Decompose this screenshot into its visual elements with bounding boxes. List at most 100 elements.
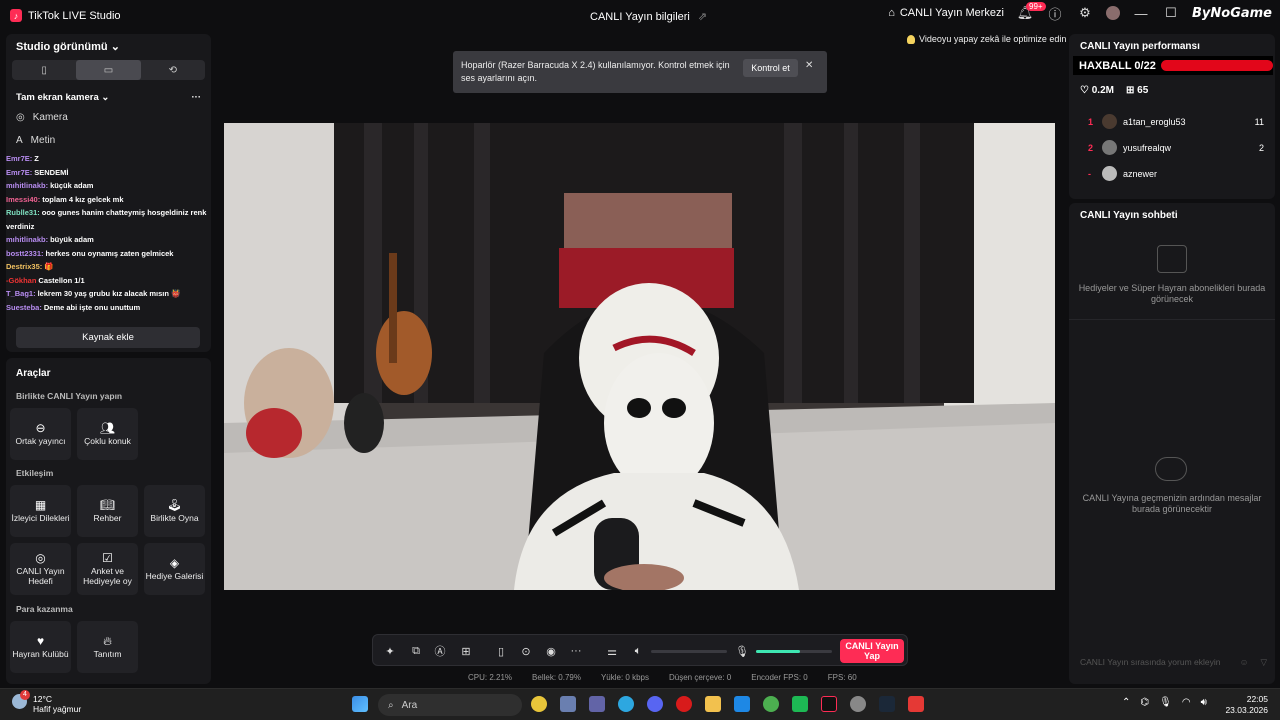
chevron-up-icon[interactable]: ⌃	[1122, 697, 1130, 708]
play-together-tool[interactable]: 🕹︎ Birlikte Oyna	[144, 485, 205, 537]
profile-avatar[interactable]	[1106, 6, 1120, 20]
promote-tool[interactable]: 🔥︎ Tanıtım	[77, 621, 138, 673]
rank-score: 2	[1258, 142, 1264, 153]
poll-tool[interactable]: ☑ Anket ve Hediyeyle oy	[77, 543, 138, 595]
guide-tool[interactable]: 📖︎ Rehber	[77, 485, 138, 537]
weather-widget[interactable]: 4 12°C Hafif yağmur	[12, 690, 81, 714]
studio-view-dropdown[interactable]: Studio görünümü ⌄	[16, 40, 120, 53]
close-icon[interactable]: ✕	[805, 60, 813, 71]
add-widget-button[interactable]: ⊞	[458, 643, 474, 659]
record-button[interactable]: ⊙	[518, 643, 534, 659]
likes-count: ♡ 0.2M	[1080, 85, 1114, 96]
discord-icon[interactable]	[647, 696, 663, 712]
add-source-button[interactable]: Kaynak ekle	[16, 327, 200, 348]
steam-like-icon[interactable]	[850, 696, 866, 712]
translate-button[interactable]: ⧉	[408, 643, 424, 659]
more-button[interactable]: ···	[568, 643, 584, 659]
chrome-icon[interactable]	[531, 696, 547, 712]
audio-mixer-button[interactable]: ⚌	[604, 643, 620, 659]
camera-feed-image	[224, 123, 1055, 590]
start-menu-icon[interactable]	[352, 696, 368, 712]
edge-icon[interactable]	[618, 696, 634, 712]
taskbar-clock[interactable]: 22:05 23.03.2026	[1225, 694, 1268, 716]
portrait-layout-button[interactable]: ▯	[12, 60, 76, 80]
mic-button[interactable]: 🎙︎	[734, 643, 750, 659]
volume-icon[interactable]: 🔊︎	[1201, 697, 1207, 708]
store-icon[interactable]	[560, 696, 576, 712]
search-placeholder: Ara	[401, 699, 418, 711]
multi-guest-tool[interactable]: 👥︎ Çoklu konuk	[77, 408, 138, 460]
ranking-row[interactable]: 2 yusufrealqw 2	[1088, 140, 1264, 155]
rank-user: aznewer	[1123, 168, 1158, 179]
gifts-empty-text: Hediyeler ve Süper Hayran abonelikleri b…	[1078, 283, 1266, 304]
speaker-button[interactable]: 🔈︎	[630, 643, 646, 659]
ai-optimize-button[interactable]: Videoyu yapay zekâ ile optimize edin	[907, 34, 1066, 44]
comment-input[interactable]: CANLI Yayın sırasında yorum ekleyin ☺ ▽	[1077, 651, 1267, 673]
heart-icon: ♥	[36, 633, 45, 648]
tool-label: Hediye Galerisi	[145, 570, 204, 581]
landscape-layout-button[interactable]: ▭	[76, 60, 141, 80]
more-options-icon[interactable]: ···	[192, 92, 202, 103]
stream-info-button[interactable]: CANLI Yayın bilgileri ⇗	[590, 10, 708, 24]
help-button[interactable]: ⓘ	[1046, 4, 1064, 22]
chat-message: mıhitlinakb: büyük adam	[6, 233, 211, 247]
source-item-text[interactable]: A Metin	[16, 135, 55, 146]
gift-gallery-tool[interactable]: ◈ Hediye Galerisi	[144, 543, 205, 595]
viewer-requests-tool[interactable]: ▦ İzleyici Dilekleri	[10, 485, 71, 537]
chat-message: T_Bag1: lekrem 30 yaş grubu kız alacak mı…	[6, 287, 211, 301]
ranking-row[interactable]: - aznewer	[1088, 166, 1264, 181]
effects-button[interactable]: ✦	[382, 643, 398, 659]
steam-icon[interactable]	[879, 696, 895, 712]
text-icon: A	[16, 135, 23, 146]
chat-text: Castellon 1/1	[38, 275, 85, 285]
chat-message: Destrix35: 🎁	[6, 260, 211, 274]
network-icon[interactable]: ⌬	[1140, 697, 1149, 708]
source-label: Metin	[30, 135, 56, 146]
cohost-tool[interactable]: ⊖ Ortak yayıncı	[10, 408, 71, 460]
source-item-camera[interactable]: ◎ Kamera	[16, 112, 68, 123]
chat-text: herkes onu oynamış zaten gelmicek	[45, 248, 174, 258]
tools-title: Araçlar	[16, 368, 51, 379]
scene-dropdown[interactable]: Tam ekran kamera ⌄	[16, 92, 109, 103]
maximize-button[interactable]: ☐	[1162, 4, 1180, 22]
mic-tray-icon[interactable]: 🎙︎	[1159, 697, 1172, 708]
speaker-volume-slider[interactable]	[651, 650, 727, 653]
ai-icon: Ⓐ	[434, 646, 446, 658]
chat-text: SENDEMİ	[34, 167, 69, 177]
mic-volume-slider[interactable]	[756, 650, 832, 653]
settings-button[interactable]: ⚙	[1076, 4, 1094, 22]
help-icon: ⓘ	[1048, 6, 1062, 22]
chrome-active-icon[interactable]	[763, 696, 779, 712]
requests-icon: ▦	[34, 497, 47, 512]
teams-icon[interactable]	[589, 696, 605, 712]
rotate-layout-button[interactable]: ⟲	[141, 60, 205, 80]
book-icon: 📖︎	[99, 497, 116, 512]
live-goal-tool[interactable]: ◎ CANLI Yayın Hedefi	[10, 543, 71, 595]
mail-icon[interactable]	[734, 696, 750, 712]
media-icon[interactable]	[908, 696, 924, 712]
emoji-icon[interactable]: ☺	[1240, 657, 1249, 667]
opera-icon[interactable]	[676, 696, 692, 712]
filter-icon[interactable]: ▽	[1260, 657, 1267, 668]
taskbar-search[interactable]: ⌕ Ara	[378, 694, 522, 716]
app-icon[interactable]	[792, 696, 808, 712]
phone-view-button[interactable]: ▯	[493, 643, 509, 659]
minimize-button[interactable]: —	[1132, 4, 1150, 22]
live-center-button[interactable]: ⌂ CANLI Yayın Merkezi	[888, 7, 1004, 19]
wifi-icon[interactable]: ◠	[1182, 697, 1191, 708]
notifications-button[interactable]: 🔔︎ 99+	[1016, 2, 1046, 22]
check-button[interactable]: Kontrol et	[743, 59, 798, 77]
tiktok-taskbar-icon[interactable]	[821, 696, 837, 712]
fan-club-tool[interactable]: ♥ Hayran Kulübü	[10, 621, 71, 673]
file-explorer-icon[interactable]	[705, 696, 721, 712]
ranking-row[interactable]: 1 a1tan_eroglu53 11	[1088, 114, 1264, 129]
home-icon: ⌂	[888, 7, 895, 19]
camera-icon: ◎	[16, 112, 25, 123]
ai-button[interactable]: Ⓐ	[432, 643, 448, 659]
capture-button[interactable]: ◉	[543, 643, 559, 659]
go-live-button[interactable]: CANLI Yayın Yap	[840, 639, 904, 663]
share-icon: ⇗	[697, 11, 708, 23]
poll-icon: ☑	[102, 550, 113, 565]
chat-username: -Gökhan	[6, 275, 37, 285]
record-icon: ⊙	[521, 645, 531, 658]
